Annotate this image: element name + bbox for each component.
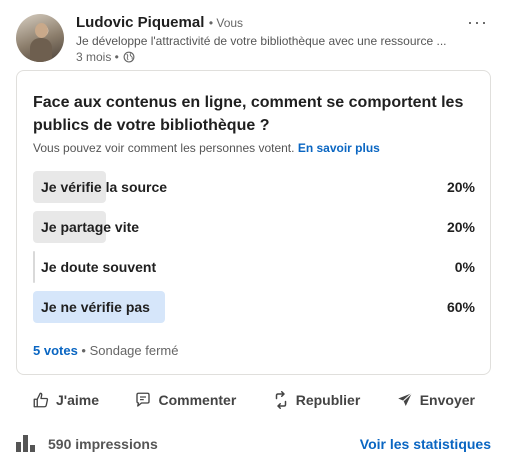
poll-option-label: Je ne vérifie pas <box>41 299 150 315</box>
poll-option-2: Je partage vite 20% <box>33 211 475 243</box>
poll-option-label: Je vérifie la source <box>41 179 168 195</box>
avatar[interactable] <box>16 14 64 62</box>
poll-option-label: Je doute souvent <box>41 259 157 275</box>
poll-card: Face aux contenus en ligne, comment se c… <box>16 70 491 375</box>
repost-icon <box>275 391 286 409</box>
post-time: 3 mois • <box>76 50 119 64</box>
author-headline: Je développe l'attractivité de votre bib… <box>76 34 447 48</box>
poll-option-percent: 60% <box>446 299 475 315</box>
poll-option-label: Je partage vite <box>41 219 140 235</box>
more-options-icon[interactable]: ··· <box>467 12 488 33</box>
impressions-count: 590 impressions <box>48 436 158 452</box>
poll-voters-note: Vous pouvez voir comment les personnes v… <box>33 141 380 155</box>
poll-voters-note-text: Vous pouvez voir comment les personnes v… <box>33 141 295 155</box>
learn-more-link[interactable]: En savoir plus <box>298 141 380 155</box>
thumbs-up-icon <box>33 392 49 408</box>
poll-option-percent: 0% <box>454 259 475 275</box>
like-button[interactable]: J'aime <box>16 384 115 416</box>
comment-icon <box>136 392 151 407</box>
like-label: J'aime <box>56 392 100 408</box>
repost-button[interactable]: Republier <box>256 384 377 416</box>
poll-status: • Sondage fermé <box>77 343 179 358</box>
author-name[interactable]: Ludovic Piquemal <box>76 14 204 31</box>
poll-option-3: Je doute souvent 0% <box>33 251 475 283</box>
author-relation: • Vous <box>208 16 244 30</box>
poll-footer: 5 votes • Sondage fermé <box>33 343 178 358</box>
send-label: Envoyer <box>419 392 475 408</box>
globe-icon <box>123 51 135 63</box>
analytics-icon <box>16 435 35 452</box>
comment-label: Commenter <box>158 392 237 408</box>
avatar-figure-body <box>30 38 52 62</box>
social-actions-bar: J'aime Commenter Republier Envoyer <box>16 384 491 416</box>
post-header: Ludovic Piquemal • Vous Je développe l'a… <box>16 12 496 64</box>
poll-option-bar <box>33 251 35 283</box>
repost-label: Republier <box>295 392 361 408</box>
post-stats: 590 impressions Voir les statistiques <box>16 432 491 456</box>
poll-option-percent: 20% <box>446 179 475 195</box>
send-button[interactable]: Envoyer <box>380 384 491 416</box>
poll-votes-link[interactable]: 5 votes <box>33 343 78 358</box>
post-meta: 3 mois • <box>76 50 135 64</box>
send-icon <box>397 392 412 406</box>
view-stats-link[interactable]: Voir les statistiques <box>360 436 491 452</box>
poll-question: Face aux contenus en ligne, comment se c… <box>33 94 464 134</box>
poll-option-4: Je ne vérifie pas 60% <box>33 291 475 323</box>
comment-button[interactable]: Commenter <box>118 384 252 416</box>
poll-option-1: Je vérifie la source 20% <box>33 171 475 203</box>
avatar-figure-head <box>35 23 48 38</box>
poll-option-percent: 20% <box>446 219 475 235</box>
author-line: Ludovic Piquemal • Vous <box>76 14 243 32</box>
